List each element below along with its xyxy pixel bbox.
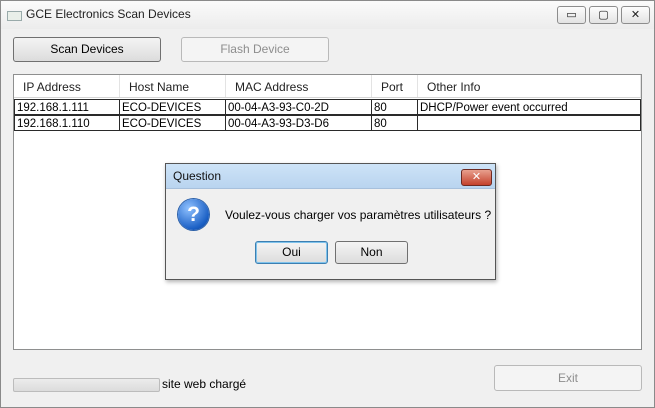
flash-device-button[interactable]: Flash Device — [181, 37, 329, 62]
dialog-message: Voulez-vous charger vos paramètres utili… — [225, 208, 492, 222]
dialog-close-button[interactable]: ✕ — [461, 169, 492, 186]
title-bar[interactable]: GCE Electronics Scan Devices ▭ ▢ ✕ — [1, 1, 654, 29]
status-text: site web chargé — [162, 377, 247, 391]
cell-mac: 00-04-A3-93-D3-D6 — [226, 115, 372, 131]
cell-other — [418, 115, 641, 131]
minimize-button[interactable]: ▭ — [557, 6, 586, 24]
close-button[interactable]: ✕ — [621, 6, 650, 24]
table-row[interactable]: 192.168.1.111 ECO-DEVICES 00-04-A3-93-C0… — [14, 99, 641, 115]
question-icon: ? — [178, 199, 209, 230]
list-header: IP Address Host Name MAC Address Port Ot… — [14, 75, 641, 98]
cell-ip: 192.168.1.110 — [14, 115, 120, 131]
progress-bar — [13, 378, 160, 392]
main-window: GCE Electronics Scan Devices ▭ ▢ ✕ Scan … — [0, 0, 655, 408]
scan-devices-button[interactable]: Scan Devices — [13, 37, 161, 62]
cell-other: DHCP/Power event occurred — [418, 99, 641, 115]
column-header-other[interactable]: Other Info — [418, 75, 641, 97]
cell-ip: 192.168.1.111 — [14, 99, 120, 115]
cell-host: ECO-DEVICES — [120, 99, 226, 115]
cell-host: ECO-DEVICES — [120, 115, 226, 131]
dialog-title-bar[interactable]: Question ✕ — [166, 164, 495, 189]
non-button[interactable]: Non — [335, 241, 408, 264]
window-title: GCE Electronics Scan Devices — [26, 7, 191, 21]
cell-port: 80 — [372, 99, 418, 115]
column-header-ip[interactable]: IP Address — [14, 75, 120, 97]
table-row[interactable]: 192.168.1.110 ECO-DEVICES 00-04-A3-93-D3… — [14, 115, 641, 131]
dialog-title: Question — [173, 169, 222, 183]
oui-button[interactable]: Oui — [255, 241, 328, 264]
exit-button[interactable]: Exit — [494, 365, 642, 391]
cell-mac: 00-04-A3-93-C0-2D — [226, 99, 372, 115]
maximize-button[interactable]: ▢ — [589, 6, 618, 24]
column-header-port[interactable]: Port — [372, 75, 418, 97]
column-header-host[interactable]: Host Name — [120, 75, 226, 97]
column-header-mac[interactable]: MAC Address — [226, 75, 372, 97]
cell-port: 80 — [372, 115, 418, 131]
app-icon — [7, 11, 22, 21]
question-dialog: Question ✕ ? Voulez-vous charger vos par… — [165, 163, 496, 280]
